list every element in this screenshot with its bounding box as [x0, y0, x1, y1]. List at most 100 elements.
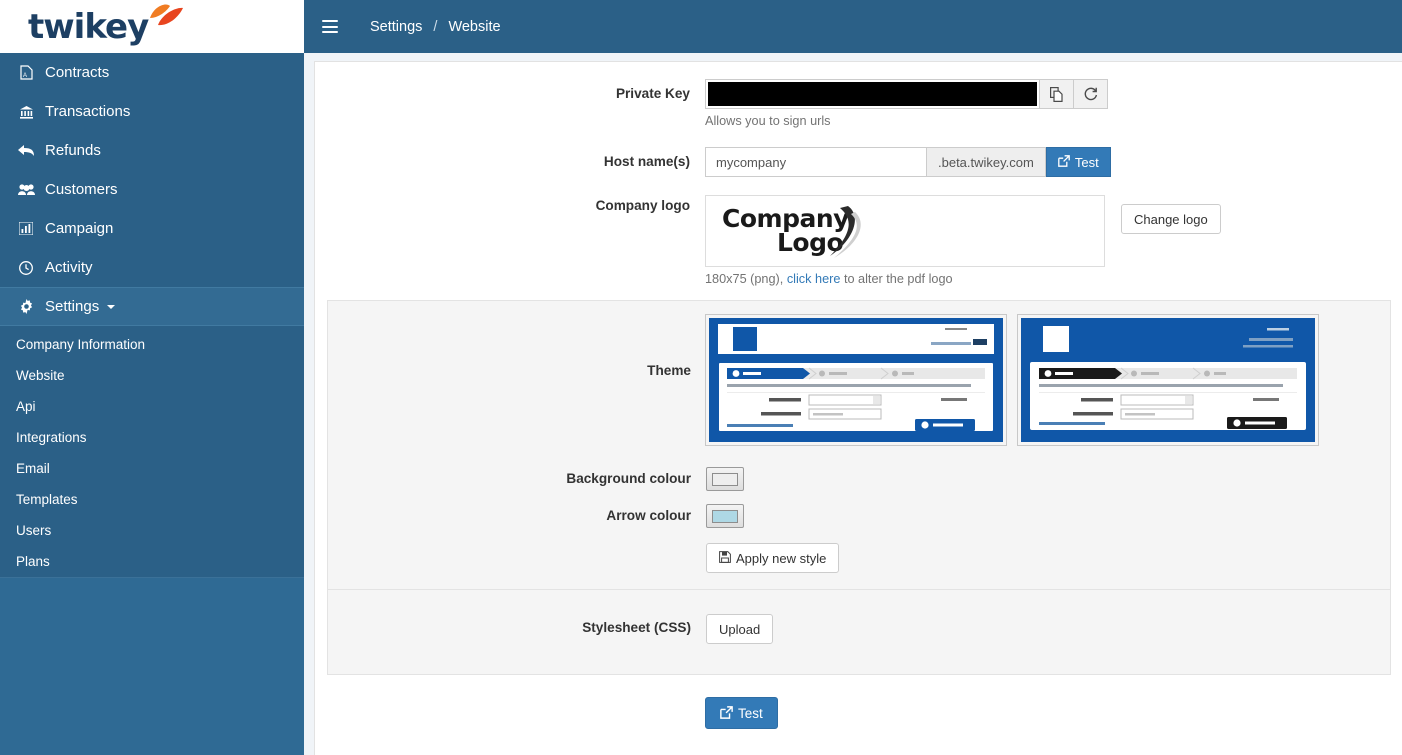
sidebar-item-label: Contracts: [45, 64, 110, 81]
private-key-input[interactable]: [705, 79, 1040, 109]
sidebar-item-plans[interactable]: Plans: [0, 546, 304, 577]
change-logo-label: Change logo: [1134, 211, 1208, 227]
submenu-item-label: Api: [16, 399, 36, 414]
bar-chart-icon: [14, 222, 38, 235]
sidebar-item-campaign[interactable]: Campaign: [0, 209, 304, 248]
external-link-icon: [1058, 155, 1070, 169]
sidebar-item-label: Settings: [45, 298, 100, 315]
background-colour-label: Background colour: [566, 471, 691, 486]
submenu-item-label: Users: [16, 523, 52, 538]
submenu-item-label: Website: [16, 368, 65, 383]
sidebar-item-email[interactable]: Email: [0, 453, 304, 484]
host-names-input-group: .beta.twikey.com Test: [705, 147, 1402, 177]
sidebar-item-templates[interactable]: Templates: [0, 484, 304, 515]
brand-name: twikey: [28, 6, 149, 47]
settings-submenu: Company Information Website Api Integrat…: [0, 326, 304, 577]
company-logo-label: Company logo: [595, 198, 690, 213]
logo-help-link[interactable]: click here: [787, 272, 841, 286]
stylesheet-row: Stylesheet (CSS) Upload: [328, 614, 1390, 644]
background-colour-row: Background colour: [328, 467, 1390, 491]
company-logo-row: Company logo Company Logo 180x75 (png), …: [315, 195, 1402, 286]
content-scroll: Private Key Allows you to sign urls Host…: [304, 53, 1402, 755]
breadcrumb-separator: /: [433, 18, 438, 35]
bank-icon: [14, 105, 38, 119]
sidebar-item-website[interactable]: Website: [0, 360, 304, 391]
breadcrumb-parent[interactable]: Settings: [370, 19, 422, 35]
sidebar-item-company-information[interactable]: Company Information: [0, 329, 304, 360]
background-colour-swatch[interactable]: [706, 467, 744, 491]
sidebar-item-integrations[interactable]: Integrations: [0, 422, 304, 453]
arrow-colour-swatch[interactable]: [706, 504, 744, 528]
primary-navigation: A Contracts Transactions Refunds Custome…: [0, 53, 304, 326]
logo-swoosh-icon: [830, 206, 861, 258]
sidebar-item-contracts[interactable]: A Contracts: [0, 53, 304, 92]
footer-test-button[interactable]: Test: [705, 697, 778, 729]
sidebar-item-transactions[interactable]: Transactions: [0, 92, 304, 131]
sidebar-item-refunds[interactable]: Refunds: [0, 131, 304, 170]
sidebar: twikey A Contracts Transactions Refunds …: [0, 0, 304, 755]
breadcrumb: Settings / Website: [370, 19, 501, 35]
app-root: twikey A Contracts Transactions Refunds …: [0, 0, 1402, 755]
company-logo-control: Company Logo 180x75 (png), click here to…: [705, 195, 1402, 286]
footer-actions: Test: [315, 675, 1402, 755]
theme-section: Theme Background colour Arrow colour App…: [328, 301, 1390, 589]
sidebar-item-api[interactable]: Api: [0, 391, 304, 422]
apply-style-control: Apply new style: [706, 543, 1390, 573]
sidebar-item-label: Campaign: [45, 220, 114, 237]
copy-icon[interactable]: [1040, 79, 1074, 109]
apply-new-style-button[interactable]: Apply new style: [706, 543, 840, 573]
sidebar-item-activity[interactable]: Activity: [0, 248, 304, 287]
sidebar-filler: [0, 577, 304, 755]
arrow-colour-control: [706, 504, 1390, 528]
reply-arrow-icon: [14, 144, 38, 157]
refresh-icon[interactable]: [1074, 79, 1108, 109]
sidebar-item-settings[interactable]: Settings: [0, 287, 304, 326]
background-colour-control: [706, 467, 1390, 491]
company-logo-help: 180x75 (png), click here to alter the pd…: [705, 272, 1105, 286]
stylesheet-label: Stylesheet (CSS): [582, 620, 691, 635]
apply-style-row: Apply new style: [328, 543, 1390, 573]
topbar: Settings / Website: [304, 0, 1402, 53]
gear-icon: [14, 299, 38, 314]
sidebar-item-label: Activity: [45, 259, 93, 276]
style-panel: Theme Background colour Arrow colour App…: [327, 300, 1391, 675]
host-suffix-addon: .beta.twikey.com: [927, 147, 1046, 177]
host-names-row: Host name(s) .beta.twikey.com Test: [315, 147, 1402, 177]
theme-control: [705, 314, 1390, 446]
clock-icon: [14, 260, 38, 275]
external-link-icon: [720, 705, 733, 721]
sidebar-item-label: Transactions: [45, 103, 131, 120]
theme-label: Theme: [647, 363, 691, 378]
breadcrumb-current[interactable]: Website: [448, 19, 500, 35]
main-area: Settings / Website Private Key Allows yo…: [304, 0, 1402, 755]
theme-option-blue[interactable]: [705, 314, 1007, 446]
sidebar-item-customers[interactable]: Customers: [0, 170, 304, 209]
submenu-item-label: Plans: [16, 554, 50, 569]
apply-new-style-label: Apply new style: [736, 550, 827, 566]
logo-help-suffix: to alter the pdf logo: [840, 272, 953, 286]
file-pdf-icon: A: [14, 65, 38, 80]
submenu-item-label: Integrations: [16, 430, 87, 445]
brand-logo[interactable]: twikey: [0, 0, 304, 53]
arrow-colour-label: Arrow colour: [606, 508, 691, 523]
private-key-help: Allows you to sign urls: [705, 114, 831, 128]
change-logo-button[interactable]: Change logo: [1121, 204, 1221, 234]
sidebar-item-users[interactable]: Users: [0, 515, 304, 546]
logo-help-prefix: 180x75 (png),: [705, 272, 787, 286]
users-icon: [14, 183, 38, 196]
private-key-label: Private Key: [615, 86, 690, 101]
footer-test-label: Test: [738, 705, 763, 721]
stylesheet-upload-button[interactable]: Upload: [706, 614, 774, 644]
hamburger-icon[interactable]: [322, 20, 338, 33]
sidebar-item-label: Customers: [45, 181, 118, 198]
private-key-input-group: [705, 79, 1402, 109]
host-test-button[interactable]: Test: [1045, 147, 1111, 177]
redaction-bar: [708, 82, 1037, 106]
private-key-control: Allows you to sign urls: [705, 79, 1402, 128]
apply-style-spacer: [328, 543, 706, 550]
settings-card: Private Key Allows you to sign urls Host…: [314, 61, 1402, 755]
theme-option-dark[interactable]: [1017, 314, 1319, 446]
save-icon: [719, 551, 731, 565]
sidebar-item-label: Refunds: [45, 142, 101, 159]
host-name-input[interactable]: [705, 147, 927, 177]
